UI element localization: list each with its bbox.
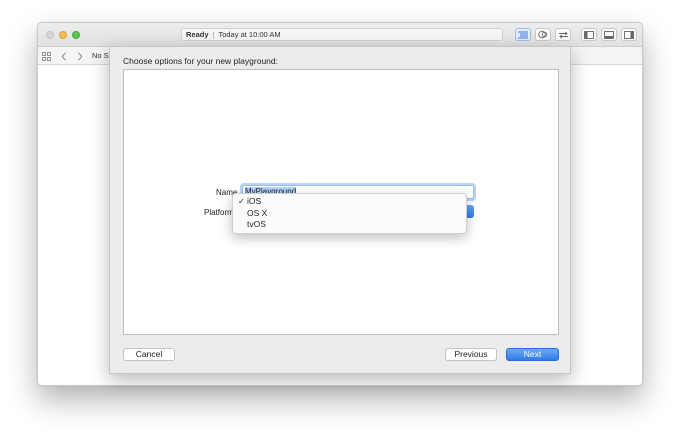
utilities-toggle-button[interactable] bbox=[621, 28, 637, 41]
debug-area-toggle-button[interactable] bbox=[601, 28, 617, 41]
platform-option-ios[interactable]: ✓ iOS bbox=[233, 196, 466, 208]
standard-editor-button[interactable] bbox=[515, 28, 531, 41]
previous-button[interactable]: Previous bbox=[445, 348, 497, 361]
cancel-button[interactable]: Cancel bbox=[123, 348, 175, 361]
zoom-window-button[interactable] bbox=[72, 31, 80, 39]
sheet-title: Choose options for your new playground: bbox=[123, 56, 278, 66]
bottom-panel-icon bbox=[604, 30, 614, 39]
platform-popup-button[interactable] bbox=[466, 205, 474, 218]
status-time: Today at 10:00 AM bbox=[218, 30, 281, 39]
rings-icon bbox=[538, 30, 548, 39]
checkmark-icon: ✓ bbox=[238, 197, 245, 206]
chevron-right-icon bbox=[78, 51, 83, 61]
activity-status-bar: Ready | Today at 10:00 AM bbox=[181, 28, 503, 41]
platform-menu: ✓ iOS OS X tvOS bbox=[232, 193, 467, 234]
platform-option-label: tvOS bbox=[247, 219, 266, 229]
platform-label: Platform bbox=[204, 208, 234, 217]
platform-option-tvos[interactable]: tvOS bbox=[233, 219, 466, 231]
status-state: Ready bbox=[186, 30, 209, 39]
platform-option-label: OS X bbox=[247, 207, 268, 218]
navigator-toggle-button[interactable] bbox=[581, 28, 597, 41]
lines-icon bbox=[518, 31, 528, 38]
chevron-left-icon bbox=[61, 51, 66, 61]
version-editor-button[interactable] bbox=[555, 28, 571, 41]
close-window-button[interactable] bbox=[46, 31, 54, 39]
grid-icon bbox=[41, 51, 51, 61]
assistant-editor-button[interactable] bbox=[535, 28, 551, 41]
platform-option-osx[interactable]: OS X bbox=[233, 208, 466, 220]
status-separator: | bbox=[212, 30, 215, 39]
back-button[interactable] bbox=[59, 51, 69, 61]
platform-option-label: iOS bbox=[247, 196, 262, 206]
related-items-button[interactable] bbox=[41, 51, 51, 61]
next-button[interactable]: Next bbox=[506, 348, 559, 361]
left-panel-icon bbox=[584, 30, 594, 39]
minimize-window-button[interactable] bbox=[59, 31, 67, 39]
arrows-icon bbox=[558, 30, 568, 39]
right-panel-icon bbox=[624, 30, 634, 39]
forward-button[interactable] bbox=[75, 51, 85, 61]
title-bar: Ready | Today at 10:00 AM bbox=[38, 23, 642, 47]
